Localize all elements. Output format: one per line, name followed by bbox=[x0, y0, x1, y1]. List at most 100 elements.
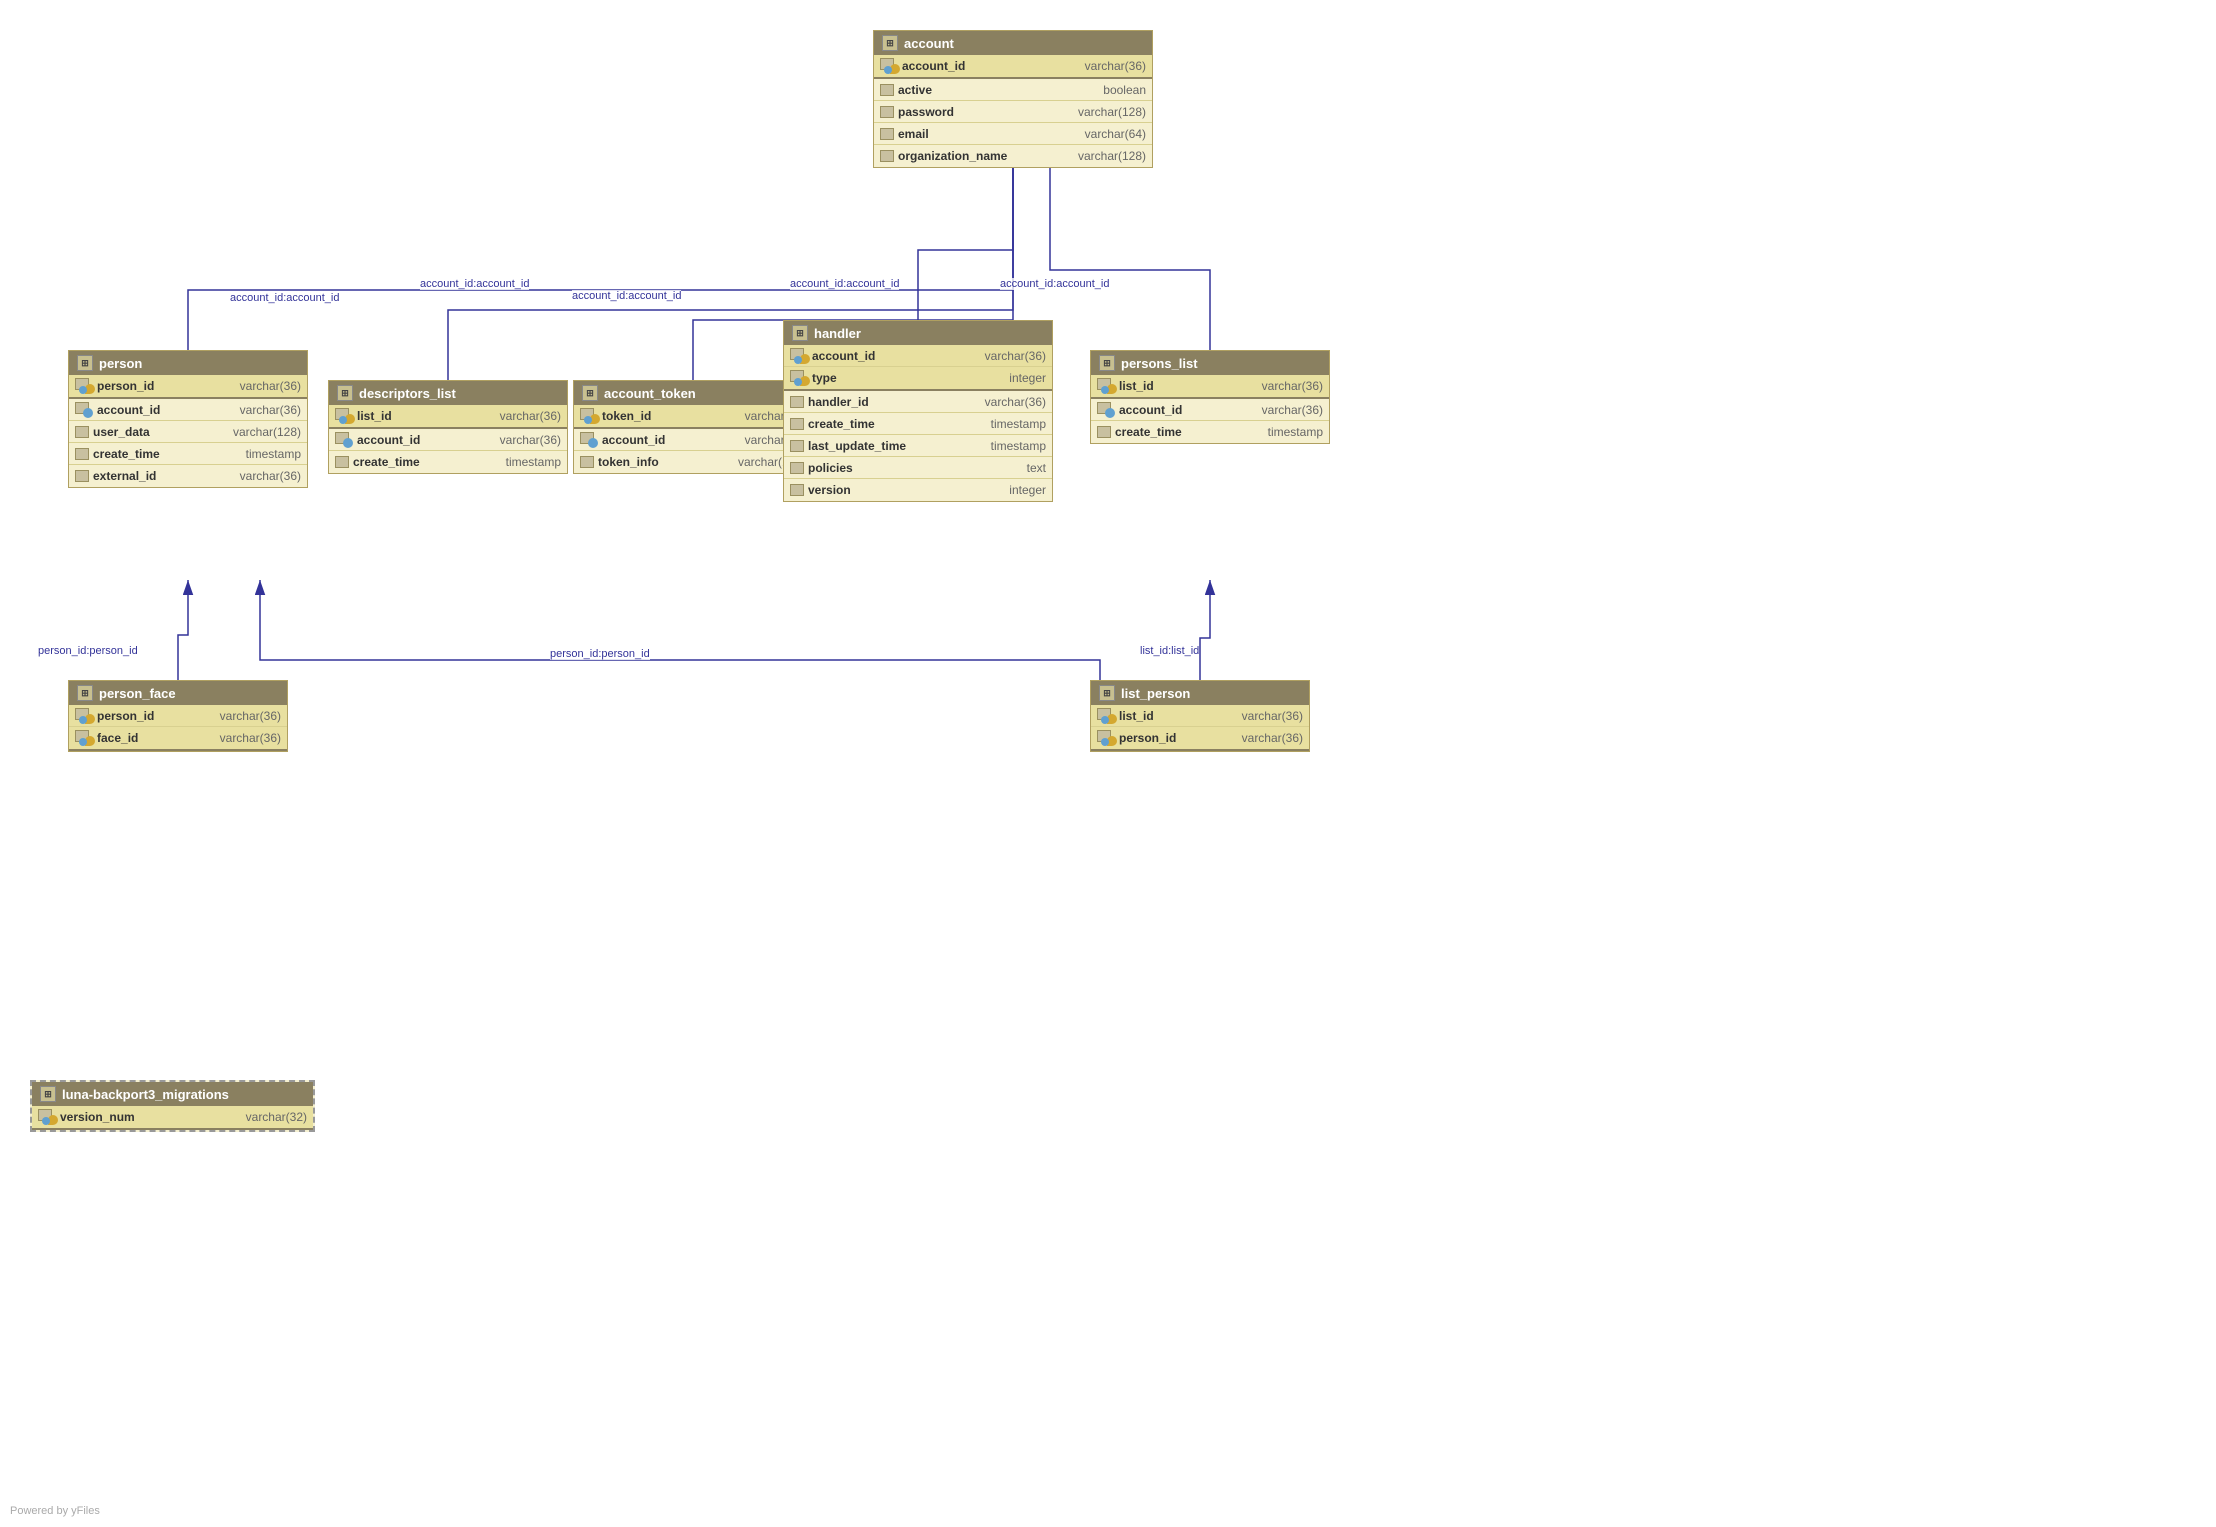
field-icon-normal bbox=[1097, 426, 1111, 438]
table-descriptors-list[interactable]: ⊞ descriptors_list list_id varchar(36) bbox=[328, 380, 568, 474]
field-password-type: varchar(128) bbox=[1070, 105, 1146, 119]
table-token-header: ⊞ account_token bbox=[574, 381, 812, 405]
table-person-name: person bbox=[99, 356, 142, 371]
field-listperson-personid-type: varchar(36) bbox=[1234, 731, 1303, 745]
table-account[interactable]: ⊞ account account_id varchar(36) active … bbox=[873, 30, 1153, 168]
field-account-id-type: varchar(36) bbox=[1077, 59, 1146, 73]
table-handler-name: handler bbox=[814, 326, 861, 341]
table-listperson-pk: list_id varchar(36) person_id varchar(36… bbox=[1091, 705, 1309, 751]
field-person-id-name: person_id bbox=[97, 379, 154, 393]
table-list-person[interactable]: ⊞ list_person list_id varchar(36) per bbox=[1090, 680, 1310, 752]
field-row: token_info varchar(128) bbox=[574, 451, 812, 473]
table-descriptors-header: ⊞ descriptors_list bbox=[329, 381, 567, 405]
table-account-name: account bbox=[904, 36, 954, 51]
field-token-accountid-name: account_id bbox=[602, 433, 665, 447]
field-row: person_id varchar(36) bbox=[69, 705, 287, 727]
table-persons-list[interactable]: ⊞ persons_list list_id varchar(36) acc bbox=[1090, 350, 1330, 444]
field-row: account_id varchar(36) bbox=[784, 345, 1052, 367]
table-icon: ⊞ bbox=[77, 685, 93, 701]
table-handler[interactable]: ⊞ handler account_id varchar(36) type bbox=[783, 320, 1053, 502]
field-handlerid-type: varchar(36) bbox=[977, 395, 1046, 409]
table-handler-pk: account_id varchar(36) type integer bbox=[784, 345, 1052, 391]
field-person-accountid-name: account_id bbox=[97, 403, 160, 417]
table-personface-header: ⊞ person_face bbox=[69, 681, 287, 705]
table-account-token[interactable]: ⊞ account_token token_id varchar(36) a bbox=[573, 380, 813, 474]
rel-label-descriptors-account: account_id:account_id bbox=[420, 278, 529, 290]
field-row: account_id varchar(36) bbox=[1091, 399, 1329, 421]
field-row: password varchar(128) bbox=[874, 101, 1152, 123]
field-versionnum-type: varchar(32) bbox=[238, 1110, 307, 1124]
field-tokenid-name: token_id bbox=[602, 409, 651, 423]
field-active-name: active bbox=[898, 83, 932, 97]
field-icon-normal bbox=[790, 484, 804, 496]
rel-label-listperson-personslist: list_id:list_id bbox=[1140, 645, 1199, 657]
field-row: handler_id varchar(36) bbox=[784, 391, 1052, 413]
field-row: face_id varchar(36) bbox=[69, 727, 287, 749]
field-personslist-createtime-name: create_time bbox=[1115, 425, 1182, 439]
field-personface-personid-type: varchar(36) bbox=[212, 709, 281, 723]
field-row: account_id varchar(36) bbox=[574, 429, 812, 451]
field-email-type: varchar(64) bbox=[1077, 127, 1146, 141]
table-icon: ⊞ bbox=[792, 325, 808, 341]
field-desc-createtime-type: timestamp bbox=[498, 455, 561, 469]
field-row: policies text bbox=[784, 457, 1052, 479]
field-icon-normal bbox=[790, 440, 804, 452]
field-desc-accountid-name: account_id bbox=[357, 433, 420, 447]
relationships-svg bbox=[0, 0, 2216, 1527]
field-listid-type: varchar(36) bbox=[492, 409, 561, 423]
field-policies-name: policies bbox=[808, 461, 853, 475]
field-row: list_id varchar(36) bbox=[1091, 375, 1329, 397]
field-orgname-name: organization_name bbox=[898, 149, 1007, 163]
table-person-face[interactable]: ⊞ person_face person_id varchar(36) f bbox=[68, 680, 288, 752]
field-row: list_id varchar(36) bbox=[329, 405, 567, 427]
field-desc-accountid-type: varchar(36) bbox=[492, 433, 561, 447]
field-listperson-listid-name: list_id bbox=[1119, 709, 1154, 723]
field-personslist-accountid-type: varchar(36) bbox=[1254, 403, 1323, 417]
rel-label-listperson-person: person_id:person_id bbox=[550, 648, 650, 660]
table-descriptors-pk: list_id varchar(36) bbox=[329, 405, 567, 429]
field-handlerid-name: handler_id bbox=[808, 395, 869, 409]
table-listperson-name: list_person bbox=[1121, 686, 1190, 701]
table-migrations[interactable]: ⊞ luna-backport3_migrations version_num … bbox=[30, 1080, 315, 1132]
field-personface-personid-name: person_id bbox=[97, 709, 154, 723]
field-row: create_time timestamp bbox=[329, 451, 567, 473]
field-icon-pkfk bbox=[38, 1109, 56, 1125]
field-faceid-type: varchar(36) bbox=[212, 731, 281, 745]
field-icon-fk bbox=[1097, 402, 1115, 418]
field-row: type integer bbox=[784, 367, 1052, 389]
field-icon-pkfk bbox=[75, 378, 93, 394]
field-icon-normal bbox=[880, 150, 894, 162]
field-handler-type-type: integer bbox=[1001, 371, 1046, 385]
table-descriptors-fields: account_id varchar(36) create_time times… bbox=[329, 429, 567, 473]
field-icon-normal bbox=[880, 84, 894, 96]
field-handler-createtime-name: create_time bbox=[808, 417, 875, 431]
table-person-pk: person_id varchar(36) bbox=[69, 375, 307, 399]
rel-label-token-account: account_id:account_id bbox=[572, 290, 681, 302]
table-account-fields: active boolean password varchar(128) ema… bbox=[874, 79, 1152, 167]
field-icon-pkfk bbox=[880, 58, 898, 74]
field-icon-normal bbox=[880, 128, 894, 140]
table-icon: ⊞ bbox=[882, 35, 898, 51]
watermark: Powered by yFiles bbox=[10, 1505, 100, 1517]
field-orgname-type: varchar(128) bbox=[1070, 149, 1146, 163]
field-row: user_data varchar(128) bbox=[69, 421, 307, 443]
table-migrations-header: ⊞ luna-backport3_migrations bbox=[32, 1082, 313, 1106]
field-icon-pkfk bbox=[335, 408, 353, 424]
table-descriptors-name: descriptors_list bbox=[359, 386, 456, 401]
field-handler-accountid-type: varchar(36) bbox=[977, 349, 1046, 363]
table-person[interactable]: ⊞ person person_id varchar(36) account bbox=[68, 350, 308, 488]
field-userdata-name: user_data bbox=[93, 425, 150, 439]
table-migrations-name: luna-backport3_migrations bbox=[62, 1087, 229, 1102]
table-token-name: account_token bbox=[604, 386, 696, 401]
field-icon-pkfk bbox=[1097, 708, 1115, 724]
table-account-pk: account_id varchar(36) bbox=[874, 55, 1152, 79]
field-row: organization_name varchar(128) bbox=[874, 145, 1152, 167]
field-listid-name: list_id bbox=[357, 409, 392, 423]
field-row: person_id varchar(36) bbox=[69, 375, 307, 397]
field-row: account_id varchar(36) bbox=[329, 429, 567, 451]
field-row: account_id varchar(36) bbox=[69, 399, 307, 421]
field-active-type: boolean bbox=[1095, 83, 1146, 97]
field-password-name: password bbox=[898, 105, 954, 119]
field-desc-createtime-name: create_time bbox=[353, 455, 420, 469]
field-personslist-createtime-type: timestamp bbox=[1260, 425, 1323, 439]
